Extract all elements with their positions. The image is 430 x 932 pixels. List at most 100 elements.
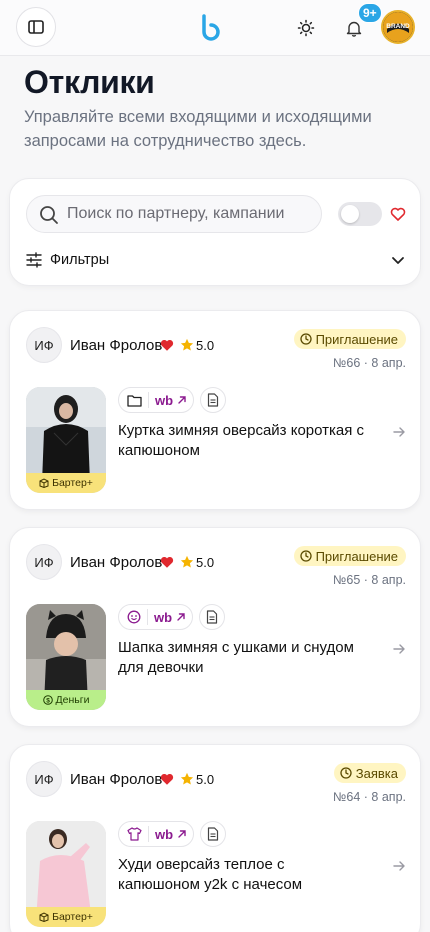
deal-type-label: Бартер+ (26, 907, 106, 927)
search-filter-panel: Фильтры (9, 178, 421, 286)
external-link-icon (178, 830, 186, 838)
deal-type-label: Бартер+ (26, 473, 106, 493)
partner-rating: 5.0 (196, 338, 215, 353)
page-title: Отклики (24, 64, 155, 100)
chip-divider (148, 392, 149, 408)
clock-icon (299, 333, 312, 345)
product-title[interactable]: Худи оверсайз теплое с капюшоном y2k с н… (118, 855, 368, 895)
order-number: №65 (332, 573, 361, 587)
status-text: Заявка (355, 765, 398, 781)
deal-type-text: Бартер+ (52, 477, 93, 489)
tshirt-icon (127, 827, 142, 841)
document-icon (206, 610, 218, 624)
response-card[interactable]: ИФ Иван Фролов 5.0 Приглашение №66 · 8 а… (9, 310, 421, 510)
heart-filled-icon[interactable] (160, 555, 174, 569)
search-input[interactable] (67, 196, 317, 232)
deal-type-text: Бартер+ (52, 911, 93, 923)
wb-marketplace-label: wb (155, 392, 174, 408)
toggle-knob (341, 205, 359, 223)
document-icon (207, 393, 219, 407)
star-icon (180, 772, 194, 785)
deal-type-label: $ Деньги (26, 690, 106, 710)
brand-logo-icon[interactable] (199, 14, 223, 42)
product-chips: wb (118, 604, 226, 630)
bell-icon (346, 21, 362, 37)
chevron-down-icon (392, 257, 404, 264)
status-text: Приглашение (315, 331, 398, 347)
partner-name[interactable]: Иван Фролов (70, 554, 162, 571)
partner-initials-avatar: ИФ (26, 544, 62, 580)
clock-icon (299, 550, 312, 562)
product-thumbnail[interactable]: $ Деньги (26, 604, 106, 710)
order-date: 8 апр. (371, 790, 406, 804)
heart-outline-icon (390, 207, 406, 221)
partner-name[interactable]: Иван Фролов (70, 337, 162, 354)
marketplace-chip[interactable]: wb (118, 821, 195, 847)
money-icon: $ (42, 695, 53, 705)
svg-text:$: $ (46, 698, 50, 705)
heart-filled-icon[interactable] (160, 338, 174, 352)
favorites-toggle[interactable] (338, 202, 382, 226)
document-button[interactable] (199, 604, 226, 630)
wb-marketplace-label: wb (154, 609, 173, 625)
partner-rating: 5.0 (196, 555, 215, 570)
top-bar: 9+ BRAND (0, 0, 430, 56)
box-icon (39, 478, 49, 488)
chip-divider (148, 826, 149, 842)
star-icon (180, 555, 194, 568)
theme-toggle-button[interactable] (292, 14, 320, 42)
avatar-logo-image: BRAND (383, 12, 413, 42)
order-date: 8 апр. (371, 573, 406, 587)
product-title[interactable]: Шапка зимняя с ушками и снудом для девоч… (118, 638, 368, 678)
product-chips: wb (118, 821, 227, 847)
product-thumbnail[interactable]: Бартер+ (26, 821, 106, 927)
chip-divider (147, 609, 148, 625)
marketplace-chip[interactable]: wb (118, 387, 195, 413)
external-link-icon (177, 613, 185, 621)
order-number: №66 (332, 356, 361, 370)
marketplace-chip[interactable]: wb (118, 604, 194, 630)
sliders-icon (26, 252, 42, 268)
document-button[interactable] (200, 821, 227, 847)
heart-filled-icon[interactable] (160, 772, 174, 786)
svg-text:BRAND: BRAND (386, 23, 410, 30)
status-badge: Приглашение (293, 329, 406, 349)
status-badge: Заявка (333, 763, 406, 783)
response-card[interactable]: ИФ Иван Фролов 5.0 Заявка №64 · 8 апр. Б… (9, 744, 421, 932)
external-link-icon (178, 396, 186, 404)
product-thumbnail[interactable]: Бартер+ (26, 387, 106, 493)
status-text: Приглашение (315, 548, 398, 564)
filters-toggle[interactable]: Фильтры (26, 249, 406, 271)
baby-face-icon (127, 610, 141, 624)
document-button[interactable] (200, 387, 227, 413)
partner-initials-avatar: ИФ (26, 761, 62, 797)
star-icon (180, 338, 194, 351)
arrow-right-icon[interactable] (392, 642, 406, 656)
partner-rating: 5.0 (196, 772, 215, 787)
search-field[interactable] (26, 195, 322, 233)
product-title[interactable]: Куртка зимняя оверсайз короткая с капюшо… (118, 421, 368, 461)
arrow-right-icon[interactable] (392, 425, 406, 439)
sun-icon (297, 19, 315, 37)
sidebar-toggle-button[interactable] (16, 7, 56, 47)
page-subtitle: Управляйте всеми входящими и исходящими … (24, 108, 372, 150)
order-number: №64 (332, 790, 361, 804)
order-date: 8 апр. (371, 356, 406, 370)
deal-type-text: Деньги (55, 694, 90, 706)
product-chips: wb (118, 387, 227, 413)
order-meta: №65 · 8 апр. (332, 573, 406, 587)
status-badge: Приглашение (293, 546, 406, 566)
clock-icon (340, 767, 352, 779)
folder-icon (127, 394, 142, 407)
response-card[interactable]: ИФ Иван Фролов 5.0 Приглашение №65 · 8 а… (9, 527, 421, 727)
filters-label: Фильтры (50, 252, 110, 268)
search-icon (40, 206, 58, 224)
partner-name[interactable]: Иван Фролов (70, 771, 162, 788)
document-icon (207, 827, 219, 841)
notifications-count-badge: 9+ (358, 3, 382, 23)
arrow-right-icon[interactable] (392, 859, 406, 873)
order-meta: №64 · 8 апр. (332, 790, 406, 804)
partner-initials-avatar: ИФ (26, 327, 62, 363)
user-avatar[interactable]: BRAND (381, 10, 415, 44)
order-meta: №66 · 8 апр. (332, 356, 406, 370)
